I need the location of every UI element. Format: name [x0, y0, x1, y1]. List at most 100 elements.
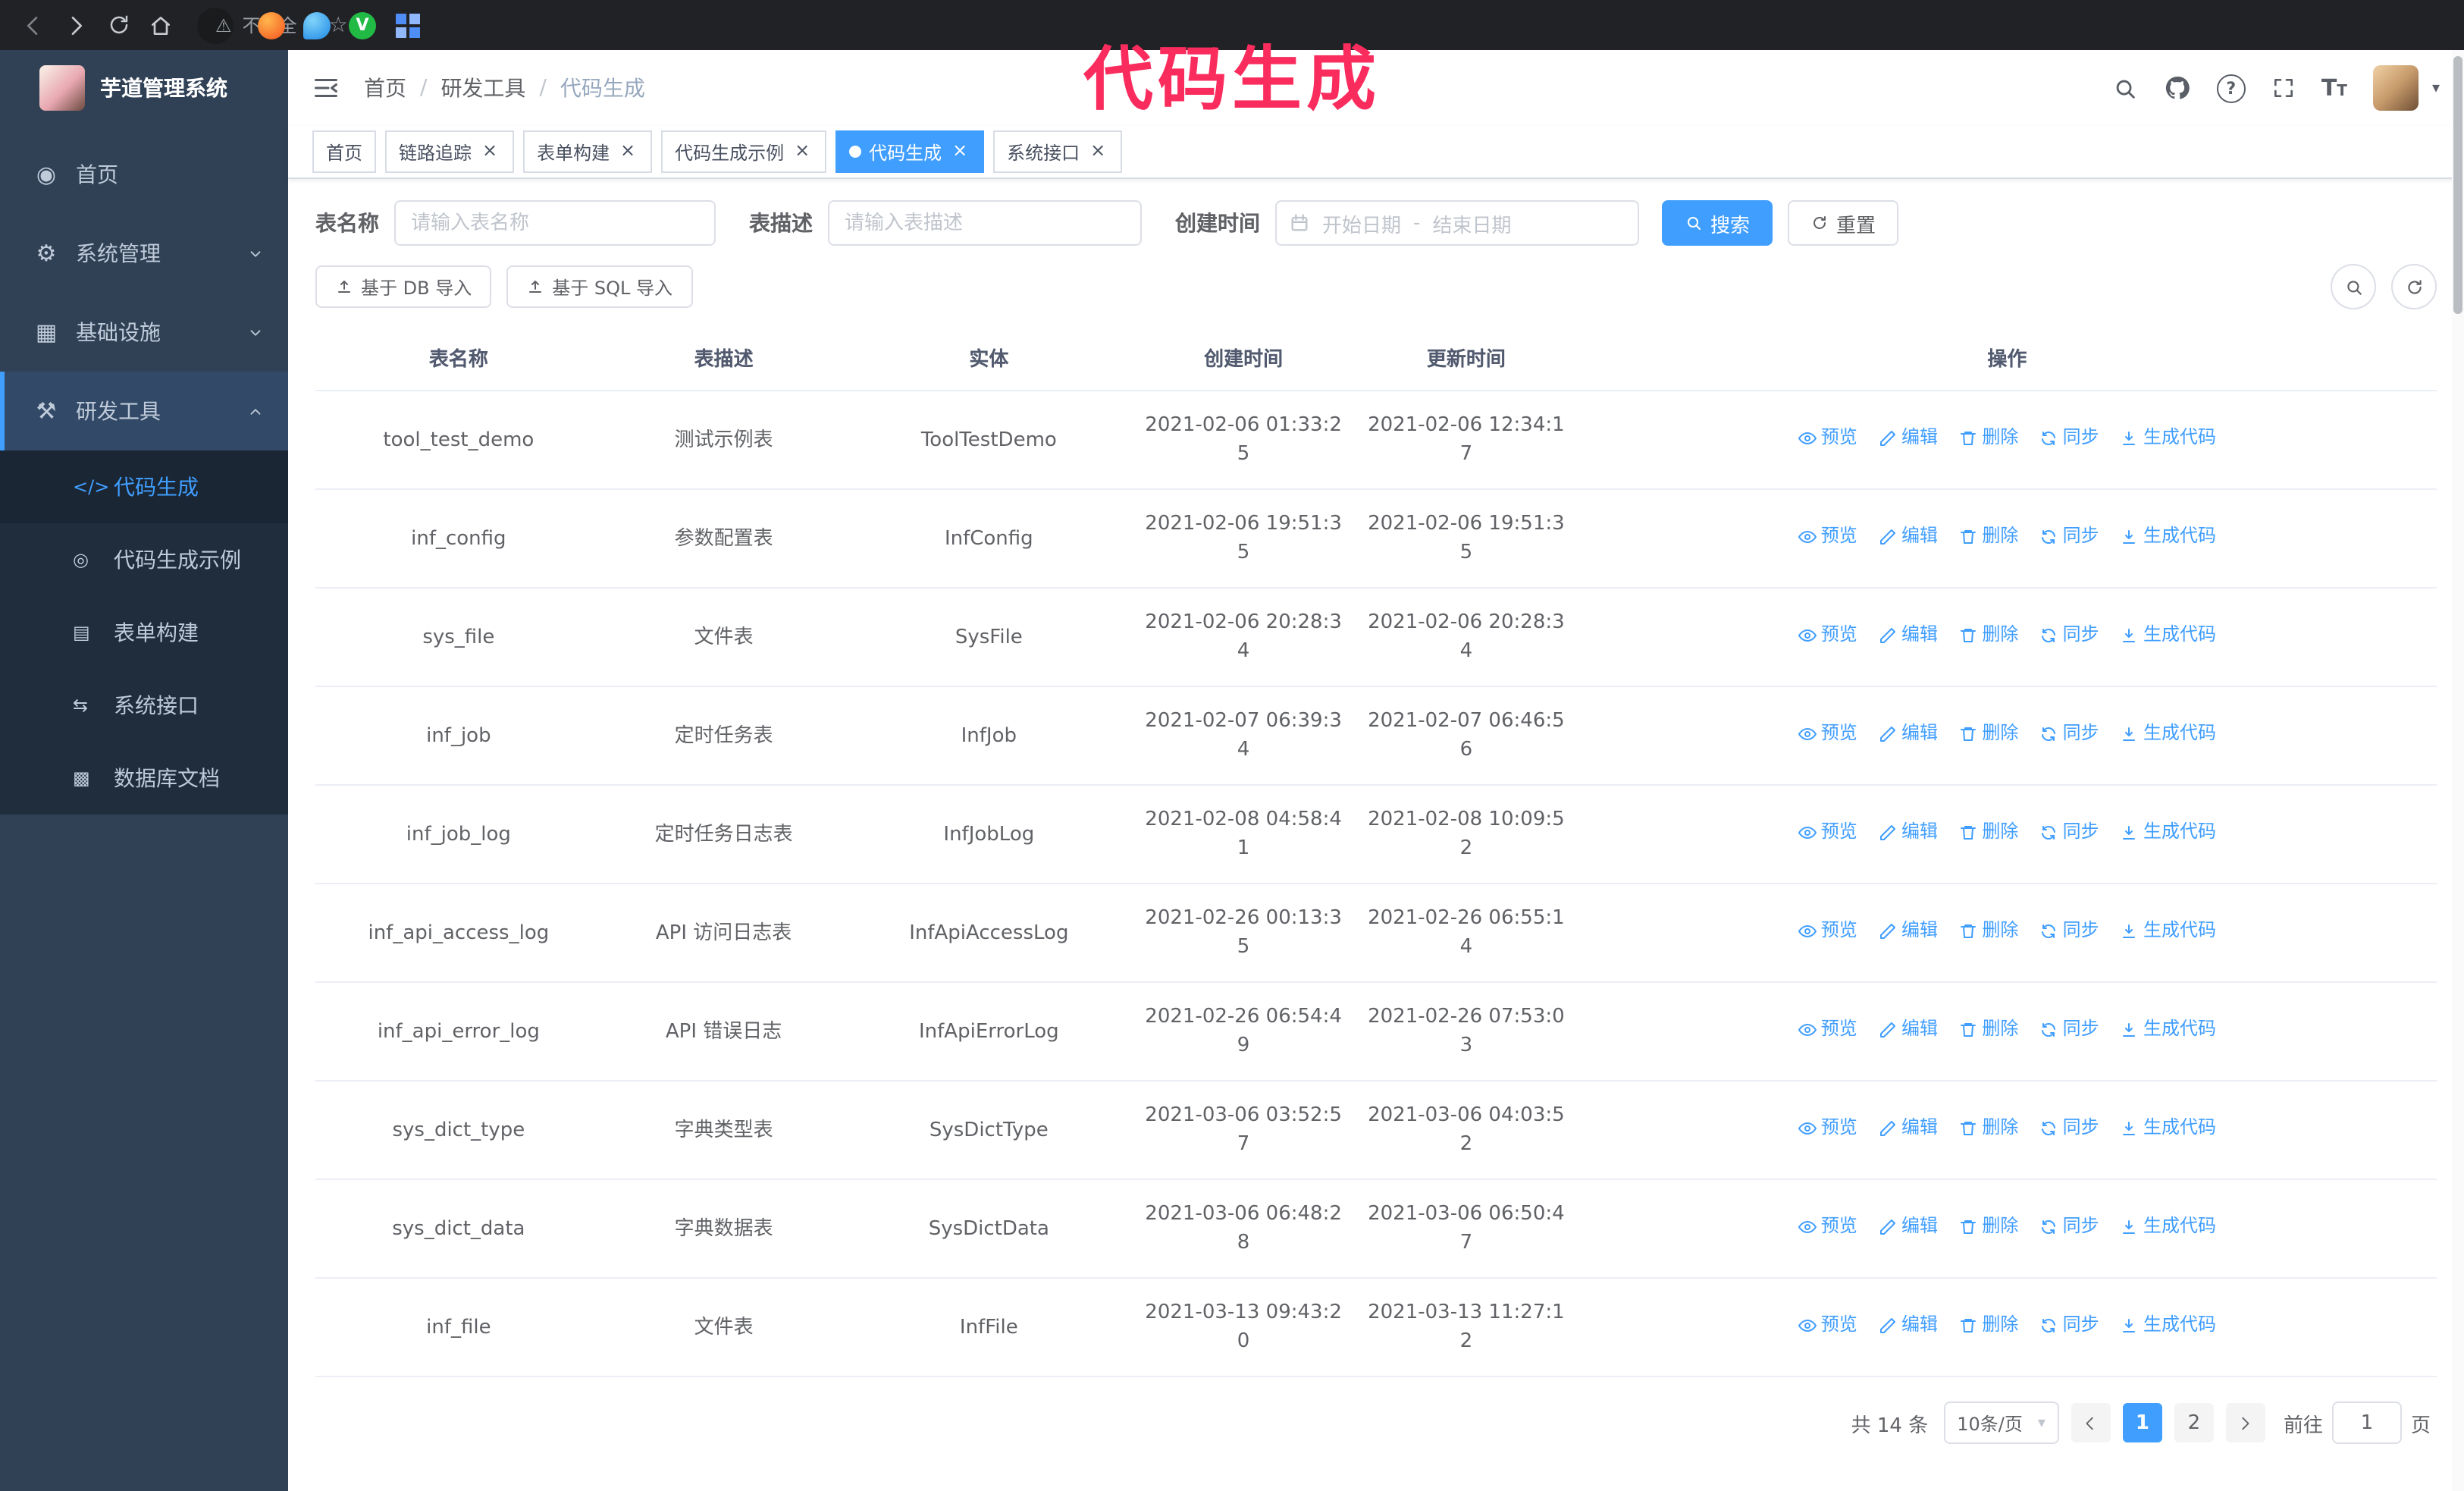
prev-page-button[interactable] — [2071, 1403, 2111, 1442]
sync-link[interactable]: 同步 — [2040, 621, 2099, 650]
fullscreen-icon[interactable] — [2271, 76, 2296, 100]
tab[interactable]: 表单构建 × — [523, 130, 653, 173]
sidebar-subitem[interactable]: ⇆ 系统接口 — [0, 669, 288, 742]
preview-link[interactable]: 预览 — [1798, 621, 1857, 650]
edit-link[interactable]: 编辑 — [1879, 1213, 1938, 1241]
browser-reload-icon[interactable] — [100, 7, 136, 43]
sync-link[interactable]: 同步 — [2040, 917, 2099, 946]
browser-home-icon[interactable] — [143, 7, 179, 43]
tab[interactable]: 首页 × — [312, 130, 377, 173]
scrollbar-thumb[interactable] — [2453, 56, 2462, 314]
page-size-select[interactable]: 10条/页 ▾ — [1943, 1402, 2059, 1444]
address-bar[interactable]: ⚠ 不安全 dashboard.yudao.iocoder.cn/tool/co… — [197, 7, 348, 43]
extension-icon-grid[interactable] — [394, 11, 2464, 39]
date-end-placeholder[interactable]: 结束日期 — [1432, 209, 1511, 237]
page-number-button[interactable]: 2 — [2174, 1403, 2214, 1442]
sidebar-item[interactable]: ⚒ 研发工具 — [0, 372, 288, 450]
generate-code-link[interactable]: 生成代码 — [2121, 424, 2216, 453]
generate-code-link[interactable]: 生成代码 — [2121, 720, 2216, 749]
reset-button[interactable]: 重置 — [1788, 200, 1899, 246]
generate-code-link[interactable]: 生成代码 — [2121, 621, 2216, 650]
sidebar-item[interactable]: ◉ 首页 — [0, 135, 288, 214]
help-icon[interactable]: ? — [2216, 74, 2246, 102]
generate-code-link[interactable]: 生成代码 — [2121, 818, 2216, 847]
delete-link[interactable]: 删除 — [1959, 818, 2018, 847]
date-range-picker[interactable]: 开始日期 - 结束日期 — [1275, 200, 1639, 246]
preview-link[interactable]: 预览 — [1798, 1311, 1857, 1340]
extension-icon-drop[interactable] — [303, 11, 331, 39]
delete-link[interactable]: 删除 — [1959, 917, 2018, 946]
generate-code-link[interactable]: 生成代码 — [2121, 917, 2216, 946]
sidebar-subitem[interactable]: </> 代码生成 — [0, 450, 288, 523]
toggle-search-button[interactable] — [2331, 264, 2376, 309]
sync-link[interactable]: 同步 — [2040, 424, 2099, 453]
date-start-placeholder[interactable]: 开始日期 — [1322, 209, 1401, 237]
next-page-button[interactable] — [2225, 1403, 2265, 1442]
sync-link[interactable]: 同步 — [2040, 818, 2099, 847]
import-sql-button[interactable]: 基于 SQL 导入 — [506, 265, 692, 308]
scrollbar-track[interactable] — [2452, 50, 2464, 1491]
preview-link[interactable]: 预览 — [1798, 523, 1857, 551]
page-number-button[interactable]: 1 — [2122, 1403, 2162, 1442]
preview-link[interactable]: 预览 — [1798, 424, 1857, 453]
generate-code-link[interactable]: 生成代码 — [2121, 1311, 2216, 1340]
preview-link[interactable]: 预览 — [1798, 818, 1857, 847]
goto-page-input[interactable] — [2331, 1402, 2402, 1444]
preview-link[interactable]: 预览 — [1798, 720, 1857, 749]
preview-link[interactable]: 预览 — [1798, 917, 1857, 946]
sidebar-item[interactable]: ▦ 基础设施 — [0, 293, 288, 372]
close-icon[interactable]: × — [479, 140, 500, 162]
edit-link[interactable]: 编辑 — [1879, 1015, 1938, 1044]
bookmark-star-icon[interactable]: ☆ — [329, 13, 348, 37]
preview-link[interactable]: 预览 — [1798, 1213, 1857, 1241]
tab[interactable]: 链路追踪 × — [385, 130, 515, 173]
delete-link[interactable]: 删除 — [1959, 523, 2018, 551]
sync-link[interactable]: 同步 — [2040, 1114, 2099, 1143]
font-size-icon[interactable]: TT — [2321, 76, 2347, 99]
edit-link[interactable]: 编辑 — [1879, 621, 1938, 650]
close-icon[interactable]: × — [949, 140, 970, 162]
table-name-input[interactable] — [394, 200, 716, 246]
sidebar-subitem[interactable]: ▤ 表单构建 — [0, 596, 288, 669]
edit-link[interactable]: 编辑 — [1879, 917, 1938, 946]
edit-link[interactable]: 编辑 — [1879, 818, 1938, 847]
generate-code-link[interactable]: 生成代码 — [2121, 1114, 2216, 1143]
import-db-button[interactable]: 基于 DB 导入 — [315, 265, 492, 308]
sidebar-subitem[interactable]: ▩ 数据库文档 — [0, 742, 288, 815]
edit-link[interactable]: 编辑 — [1879, 1311, 1938, 1340]
delete-link[interactable]: 删除 — [1959, 1015, 2018, 1044]
extension-icon-v[interactable]: V — [349, 11, 376, 39]
sync-link[interactable]: 同步 — [2040, 523, 2099, 551]
browser-back-icon[interactable] — [15, 7, 52, 43]
tab[interactable]: 代码生成示例 × — [661, 130, 827, 173]
tab[interactable]: 系统接口 × — [993, 130, 1123, 173]
github-icon[interactable] — [2164, 74, 2191, 102]
delete-link[interactable]: 删除 — [1959, 720, 2018, 749]
logo[interactable]: 芋道管理系统 — [0, 50, 288, 126]
preview-link[interactable]: 预览 — [1798, 1015, 1857, 1044]
table-desc-input[interactable] — [828, 200, 1142, 246]
edit-link[interactable]: 编辑 — [1879, 720, 1938, 749]
breadcrumb-home[interactable]: 首页 — [364, 73, 406, 103]
user-avatar[interactable] — [2372, 65, 2419, 111]
search-button[interactable]: 搜索 — [1662, 200, 1773, 246]
edit-link[interactable]: 编辑 — [1879, 424, 1938, 453]
delete-link[interactable]: 删除 — [1959, 424, 2018, 453]
close-icon[interactable]: × — [1087, 140, 1108, 162]
search-icon[interactable] — [2112, 75, 2138, 101]
generate-code-link[interactable]: 生成代码 — [2121, 523, 2216, 551]
sync-link[interactable]: 同步 — [2040, 1311, 2099, 1340]
generate-code-link[interactable]: 生成代码 — [2121, 1213, 2216, 1241]
delete-link[interactable]: 删除 — [1959, 621, 2018, 650]
breadcrumb-dev-tools[interactable]: 研发工具 — [440, 73, 525, 103]
tab[interactable]: 代码生成 × — [835, 130, 985, 173]
close-icon[interactable]: × — [617, 140, 638, 162]
delete-link[interactable]: 删除 — [1959, 1114, 2018, 1143]
sync-link[interactable]: 同步 — [2040, 1015, 2099, 1044]
avatar-caret-icon[interactable]: ▾ — [2432, 80, 2440, 96]
edit-link[interactable]: 编辑 — [1879, 523, 1938, 551]
close-icon[interactable]: × — [792, 140, 813, 162]
browser-forward-icon[interactable] — [58, 7, 94, 43]
edit-link[interactable]: 编辑 — [1879, 1114, 1938, 1143]
generate-code-link[interactable]: 生成代码 — [2121, 1015, 2216, 1044]
